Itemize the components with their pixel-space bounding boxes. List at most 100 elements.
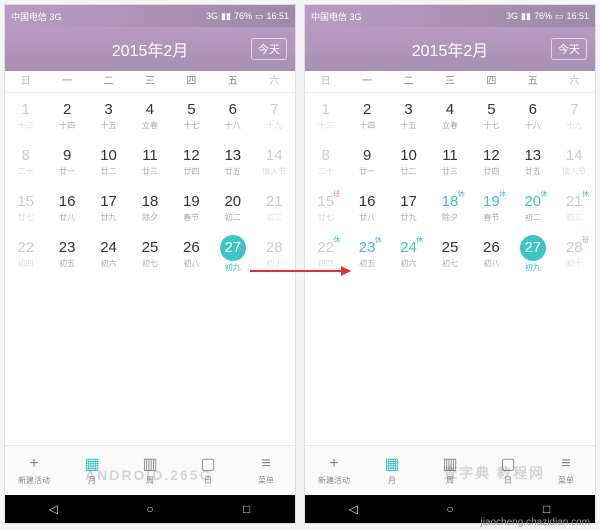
day-lunar: 十三 xyxy=(318,120,334,131)
day-number: 13 xyxy=(224,147,241,165)
day-cell[interactable]: 22初四 xyxy=(5,231,46,277)
home-button[interactable]: ○ xyxy=(430,502,470,516)
day-cell[interactable]: 休20初二 xyxy=(512,185,553,231)
tab-菜单[interactable]: ≡菜单 xyxy=(237,446,295,495)
day-number: 16 xyxy=(59,193,76,211)
weekday-label: 三 xyxy=(429,71,470,92)
day-cell[interactable]: 11廿三 xyxy=(429,139,470,185)
status-bar: 中国电信 3G 3G ▮▮ 76% ▭ 16:51 xyxy=(305,5,595,27)
day-number: 6 xyxy=(529,101,537,119)
day-cell[interactable]: 27初九 xyxy=(212,231,253,277)
day-cell[interactable]: 17廿九 xyxy=(388,185,429,231)
day-lunar: 初三 xyxy=(266,212,282,223)
day-number: 19 xyxy=(483,193,500,211)
day-cell[interactable]: 7十九 xyxy=(554,93,595,139)
day-number: 24 xyxy=(400,239,417,257)
clock-text: 16:51 xyxy=(266,11,289,21)
day-cell[interactable]: 13廿五 xyxy=(512,139,553,185)
day-cell[interactable]: 26初八 xyxy=(171,231,212,277)
weekday-label: 三 xyxy=(129,71,170,92)
day-cell[interactable]: 1十三 xyxy=(5,93,46,139)
day-cell[interactable]: 班28初十 xyxy=(554,231,595,277)
day-cell[interactable]: 休23初五 xyxy=(346,231,387,277)
day-lunar: 春节 xyxy=(483,212,499,223)
day-lunar: 初四 xyxy=(318,258,334,269)
day-cell[interactable]: 11廿三 xyxy=(129,139,170,185)
day-cell[interactable]: 3十五 xyxy=(88,93,129,139)
day-cell[interactable]: 20初二 xyxy=(212,185,253,231)
day-cell[interactable]: 25初七 xyxy=(429,231,470,277)
tab-月[interactable]: ▦月 xyxy=(363,446,421,495)
day-tag: 休 xyxy=(416,235,423,245)
day-cell[interactable]: 6十八 xyxy=(512,93,553,139)
day-cell[interactable]: 10廿二 xyxy=(388,139,429,185)
day-cell[interactable]: 12廿四 xyxy=(471,139,512,185)
day-cell[interactable]: 9廿一 xyxy=(346,139,387,185)
day-cell[interactable]: 4立春 xyxy=(129,93,170,139)
day-cell[interactable]: 19春节 xyxy=(171,185,212,231)
day-cell[interactable]: 12廿四 xyxy=(171,139,212,185)
back-button[interactable]: ◁ xyxy=(33,502,73,516)
day-cell[interactable]: 2十四 xyxy=(346,93,387,139)
tab-菜单[interactable]: ≡菜单 xyxy=(537,446,595,495)
day-cell[interactable]: 休21初三 xyxy=(554,185,595,231)
day-cell[interactable]: 休18除夕 xyxy=(429,185,470,231)
day-cell[interactable]: 10廿二 xyxy=(88,139,129,185)
tab-新建活动[interactable]: +新建活动 xyxy=(305,446,363,495)
day-cell[interactable]: 25初七 xyxy=(129,231,170,277)
day-cell[interactable]: 3十五 xyxy=(388,93,429,139)
tab-新建活动[interactable]: +新建活动 xyxy=(5,446,63,495)
day-cell[interactable]: 15廿七 xyxy=(5,185,46,231)
day-cell[interactable]: 14情人节 xyxy=(254,139,295,185)
home-button[interactable]: ○ xyxy=(130,502,170,516)
day-cell[interactable]: 8二十 xyxy=(305,139,346,185)
today-button[interactable]: 今天 xyxy=(551,38,587,60)
day-cell[interactable]: 23初五 xyxy=(46,231,87,277)
recent-button[interactable]: □ xyxy=(227,502,267,516)
day-cell[interactable]: 27初九 xyxy=(512,231,553,277)
tab-icon: + xyxy=(25,455,43,473)
day-lunar: 初六 xyxy=(101,258,117,269)
day-lunar: 十五 xyxy=(101,120,117,131)
tab-icon: ≡ xyxy=(557,455,575,473)
day-lunar: 十四 xyxy=(59,120,75,131)
day-cell[interactable]: 24初六 xyxy=(88,231,129,277)
day-cell[interactable]: 14情人节 xyxy=(554,139,595,185)
day-lunar: 二十 xyxy=(318,166,334,177)
day-lunar: 初三 xyxy=(566,212,582,223)
day-cell[interactable]: 班15廿七 xyxy=(305,185,346,231)
day-cell[interactable]: 17廿九 xyxy=(88,185,129,231)
today-button[interactable]: 今天 xyxy=(251,38,287,60)
day-cell[interactable]: 7十九 xyxy=(254,93,295,139)
day-cell[interactable]: 18除夕 xyxy=(129,185,170,231)
day-lunar: 初九 xyxy=(525,262,541,273)
day-lunar: 廿七 xyxy=(318,212,334,223)
day-cell[interactable]: 6十八 xyxy=(212,93,253,139)
day-cell[interactable]: 13廿五 xyxy=(212,139,253,185)
day-cell[interactable]: 16廿八 xyxy=(46,185,87,231)
back-button[interactable]: ◁ xyxy=(333,502,373,516)
day-lunar: 初八 xyxy=(483,258,499,269)
day-cell[interactable]: 5十七 xyxy=(171,93,212,139)
day-lunar: 初五 xyxy=(59,258,75,269)
day-cell[interactable]: 16廿八 xyxy=(346,185,387,231)
day-lunar: 廿一 xyxy=(59,166,75,177)
day-cell[interactable]: 休24初六 xyxy=(388,231,429,277)
day-cell[interactable]: 休19春节 xyxy=(471,185,512,231)
battery-icon: ▭ xyxy=(255,11,264,22)
day-cell[interactable]: 26初八 xyxy=(471,231,512,277)
day-cell[interactable]: 4立春 xyxy=(429,93,470,139)
recent-button[interactable]: □ xyxy=(527,502,567,516)
day-cell[interactable]: 5十七 xyxy=(471,93,512,139)
day-cell[interactable]: 1十三 xyxy=(305,93,346,139)
day-lunar: 廿二 xyxy=(401,166,417,177)
watermark-text: 查字典 教程网 xyxy=(443,463,545,483)
day-lunar: 立春 xyxy=(442,120,458,131)
day-cell[interactable]: 9廿一 xyxy=(46,139,87,185)
day-cell[interactable]: 2十四 xyxy=(46,93,87,139)
day-number: 22 xyxy=(17,239,34,257)
day-cell[interactable]: 8二十 xyxy=(5,139,46,185)
day-cell[interactable]: 21初三 xyxy=(254,185,295,231)
day-number: 23 xyxy=(59,239,76,257)
day-tag: 休 xyxy=(458,189,465,199)
